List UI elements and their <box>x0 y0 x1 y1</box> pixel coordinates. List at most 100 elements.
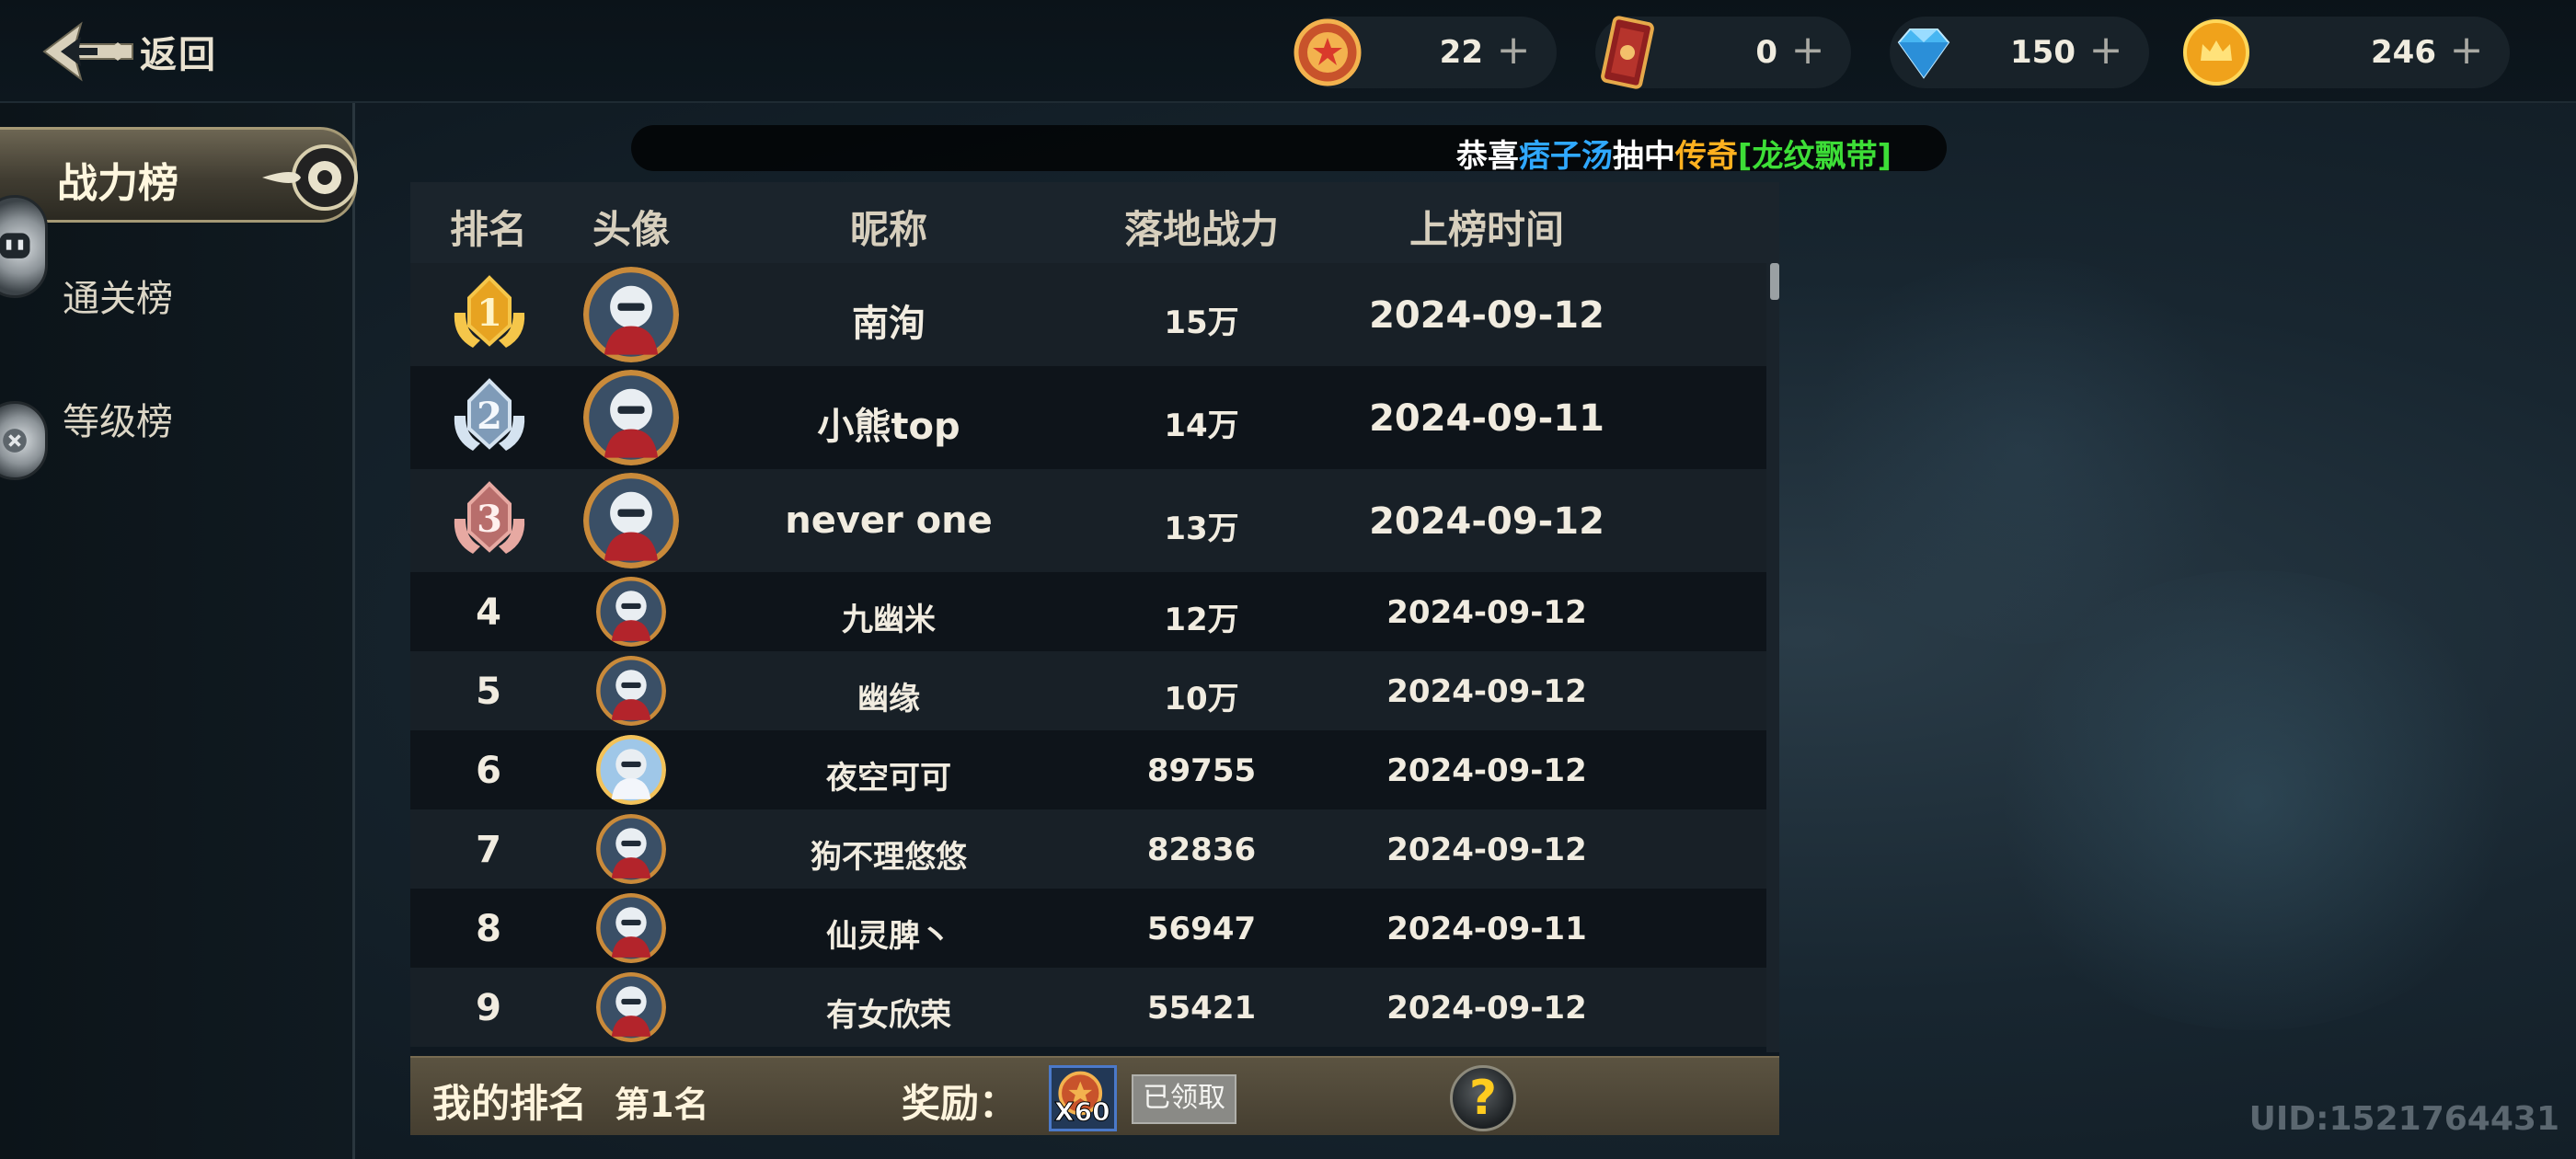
nickname: 仙灵脾丶 <box>826 918 951 955</box>
rank-number: 4 <box>476 591 501 634</box>
my-rank-bar: 我的排名 第1名 奖励： X60 已领取 ? <box>410 1056 1779 1135</box>
avatar-portrait-icon <box>583 370 679 465</box>
header-power: 落地战力 <box>1123 207 1279 252</box>
card-currency: 0 + <box>1595 16 1851 89</box>
card-count: 0 <box>1755 34 1777 71</box>
medal-icon <box>1294 18 1362 86</box>
broadcast-message: 恭喜痞子汤抽中传奇[龙纹飘带] <box>1456 131 1892 176</box>
avatar[interactable] <box>583 473 679 568</box>
power-value: 82836 <box>1146 832 1257 868</box>
broadcast-mid: 抽中 <box>1612 138 1675 175</box>
table-row[interactable]: 2 小熊top 14万 2024-09-11 <box>410 366 1766 469</box>
table-row[interactable]: 7 狗不理悠悠 82836 2024-09-12 <box>410 809 1766 889</box>
table-row[interactable]: 8 仙灵脾丶 56947 2024-09-11 <box>410 889 1766 968</box>
avatar-portrait-icon <box>596 972 666 1042</box>
diamond-currency: 150 + <box>1890 17 2149 88</box>
card-icon <box>1601 16 1654 89</box>
my-rank-label: 我的排名 <box>432 1081 588 1126</box>
table-header: 排名 头像 昵称 落地战力 上榜时间 <box>410 182 1779 263</box>
header-date: 上榜时间 <box>1409 207 1564 252</box>
scrollbar-track[interactable] <box>1766 263 1779 1052</box>
broadcast-prefix: 恭喜 <box>1455 138 1519 175</box>
power-value: 15万 <box>1164 304 1239 341</box>
table-row[interactable]: 5 幽缘 10万 2024-09-12 <box>410 651 1766 730</box>
tab-power-ranking[interactable]: 战力榜 <box>0 127 358 223</box>
header-nickname: 昵称 <box>849 207 927 252</box>
rank-number: 8 <box>476 908 501 950</box>
ranking-date: 2024-09-12 <box>1386 673 1587 710</box>
power-value: 56947 <box>1146 911 1257 947</box>
float-assist-ball[interactable] <box>0 195 48 298</box>
broadcast-banner: 恭喜痞子汤抽中传奇[龙纹飘带] <box>631 125 1947 175</box>
ranking-date: 2024-09-12 <box>1386 832 1587 868</box>
rank-number: 6 <box>476 750 501 792</box>
power-value: 14万 <box>1164 407 1239 444</box>
avatar[interactable] <box>596 735 666 805</box>
reward-label: 奖励： <box>902 1081 1018 1126</box>
nickname: 夜空可可 <box>826 760 951 797</box>
claimed-button[interactable]: 已领取 <box>1132 1074 1236 1124</box>
rank-number: 3 <box>477 498 502 541</box>
rank-number: 5 <box>476 671 501 713</box>
rank-number: 9 <box>476 987 501 1029</box>
table-row[interactable]: 9 有女欣荣 55421 2024-09-12 <box>410 968 1766 1047</box>
avatar[interactable] <box>596 577 666 647</box>
ranking-table: 排名 头像 昵称 落地战力 上榜时间 1 南洵 15万 2024-09-12 2 小熊to… <box>410 182 1779 1056</box>
tab-clear-ranking[interactable]: 通关榜 <box>63 269 173 322</box>
avatar[interactable] <box>596 972 666 1042</box>
rank-number: 7 <box>476 829 501 871</box>
back-button[interactable]: 返回 <box>42 18 217 85</box>
avatar[interactable] <box>583 370 679 465</box>
my-rank-value: 第1名 <box>615 1084 709 1125</box>
gold-add-button[interactable]: + <box>2444 28 2490 74</box>
table-row[interactable]: 4 九幽米 12万 2024-09-12 <box>410 572 1766 651</box>
uid-label: UID:1521764431 <box>2248 1100 2559 1138</box>
ranking-date: 2024-09-12 <box>1386 990 1587 1027</box>
table-row[interactable]: 6 夜空可可 89755 2024-09-12 <box>410 730 1766 809</box>
power-value: 89755 <box>1146 752 1257 789</box>
avatar-portrait-icon <box>596 577 666 647</box>
close-icon <box>3 429 27 453</box>
medal-add-button[interactable]: + <box>1490 28 1536 74</box>
power-value: 13万 <box>1164 511 1239 547</box>
diamond-icon <box>1897 29 1950 79</box>
scrollbar-thumb[interactable] <box>1770 263 1779 300</box>
ranking-sidebar: 战力榜 通关榜 等级榜 <box>0 103 358 1159</box>
power-value: 10万 <box>1164 681 1239 717</box>
avatar[interactable] <box>596 656 666 726</box>
diamond-add-button[interactable]: + <box>2083 28 2129 74</box>
table-row[interactable]: 1 南洵 15万 2024-09-12 <box>410 263 1766 366</box>
avatar-portrait-icon <box>583 267 679 362</box>
tab-level-ranking[interactable]: 等级榜 <box>63 392 173 445</box>
card-add-button[interactable]: + <box>1785 28 1831 74</box>
reward-count: X60 <box>1054 1096 1111 1128</box>
medal-currency: 22 + <box>1294 17 1557 88</box>
rank-number: 2 <box>477 395 502 438</box>
rank-medal-icon: 3 <box>454 481 525 554</box>
avatar-portrait-icon <box>596 735 666 805</box>
gold-coin-icon <box>2183 19 2249 86</box>
tab-label: 战力榜 <box>57 160 178 207</box>
broadcast-item: [龙纹飘带] <box>1737 138 1892 175</box>
float-close-ball[interactable] <box>0 401 48 480</box>
header-rank: 排名 <box>449 207 527 252</box>
avatar[interactable] <box>596 893 666 963</box>
medal-count: 22 <box>1439 34 1483 71</box>
rank-medal-icon: 2 <box>454 378 525 451</box>
avatar[interactable] <box>583 267 679 362</box>
back-arrow-icon <box>42 21 133 82</box>
nickname: 狗不理悠悠 <box>811 839 967 876</box>
ranking-date: 2024-09-12 <box>1386 752 1587 789</box>
header-avatar: 头像 <box>592 207 670 252</box>
help-button[interactable]: ? <box>1450 1065 1516 1131</box>
broadcast-rarity: 传奇 <box>1674 138 1738 175</box>
nickname: 有女欣荣 <box>826 997 951 1034</box>
nickname: 小熊top <box>817 406 960 448</box>
avatar[interactable] <box>596 814 666 884</box>
avatar-portrait-icon <box>583 473 679 568</box>
table-row[interactable]: 3 never one 13万 2024-09-12 <box>410 469 1766 572</box>
ranking-date: 2024-09-11 <box>1369 397 1604 440</box>
nickname: 南洵 <box>852 303 926 345</box>
selected-eye-icon <box>262 144 358 211</box>
rank-medal-icon: 1 <box>454 275 525 348</box>
